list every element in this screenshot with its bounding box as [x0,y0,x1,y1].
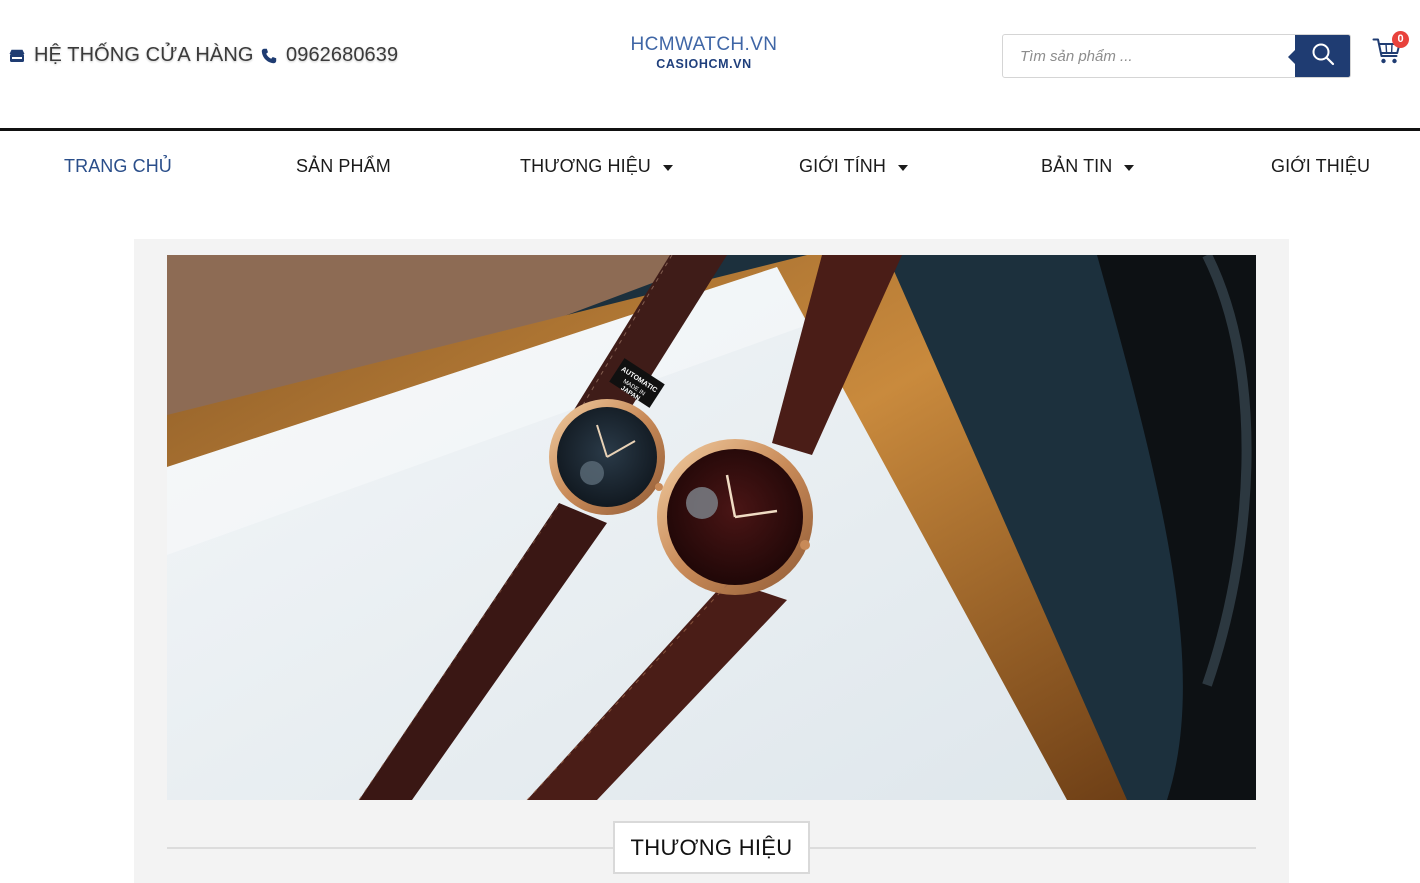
nav-item-san-pham[interactable]: SẢN PHẨM [296,156,391,177]
nav-item-ban-tin[interactable]: BẢN TIN [1041,156,1135,177]
search-icon [1311,42,1335,71]
search-bar [1002,34,1351,78]
search-button[interactable] [1288,35,1350,77]
logo-primary-text: HCMWATCH.VN [630,34,778,55]
store-system-label: HỆ THỐNG CỬA HÀNG [34,44,254,66]
cart-count-badge: 0 [1392,31,1409,48]
nav-item-label: GIỚI THIỆU [1271,156,1371,176]
caret-down-icon [1124,164,1135,171]
nav-item-label: BẢN TIN [1041,156,1113,176]
nav-item-gioi-tinh[interactable]: GIỚI TÍNH [799,156,909,177]
phone-number: 0962680639 [286,44,399,66]
search-input[interactable] [1003,35,1295,77]
cart-button[interactable]: 0 [1372,31,1409,70]
site-header: HỆ THỐNG CỬA HÀNG 0962680639 HCMWATCH.VN… [0,0,1420,129]
store-system-link[interactable]: HỆ THỐNG CỬA HÀNG [8,44,254,67]
phone-link[interactable]: 0962680639 [260,44,398,67]
nav-item-label: SẢN PHẨM [296,156,391,176]
nav-item-thuong-hieu[interactable]: THƯƠNG HIỆU [520,156,673,177]
nav-item-label: THƯƠNG HIỆU [520,156,651,176]
nav-item-gioi-thieu[interactable]: GIỚI THIỆU [1271,156,1370,177]
content-panel: AUTOMATIC MADE IN JAPAN THƯƠNG HIỆU [134,239,1289,883]
section-title: THƯƠNG HIỆU [613,821,810,874]
nav-item-trang-chu[interactable]: TRANG CHỦ [64,156,172,177]
logo-secondary-text: CASIOHCM.VN [656,57,752,71]
cart-icon [1372,38,1402,70]
hero-banner-image[interactable]: AUTOMATIC MADE IN JAPAN [167,255,1256,800]
nav-item-label: GIỚI TÍNH [799,156,887,176]
nav-item-label: TRANG CHỦ [64,156,172,176]
caret-down-icon [662,164,673,171]
main-nav: TRANG CHỦ SẢN PHẨM THƯƠNG HIỆU GIỚI TÍNH… [0,131,1420,201]
caret-down-icon [898,164,909,171]
phone-icon [260,47,277,64]
store-icon [8,47,25,64]
site-logo[interactable]: HCMWATCH.VN CASIOHCM.VN [604,34,804,71]
